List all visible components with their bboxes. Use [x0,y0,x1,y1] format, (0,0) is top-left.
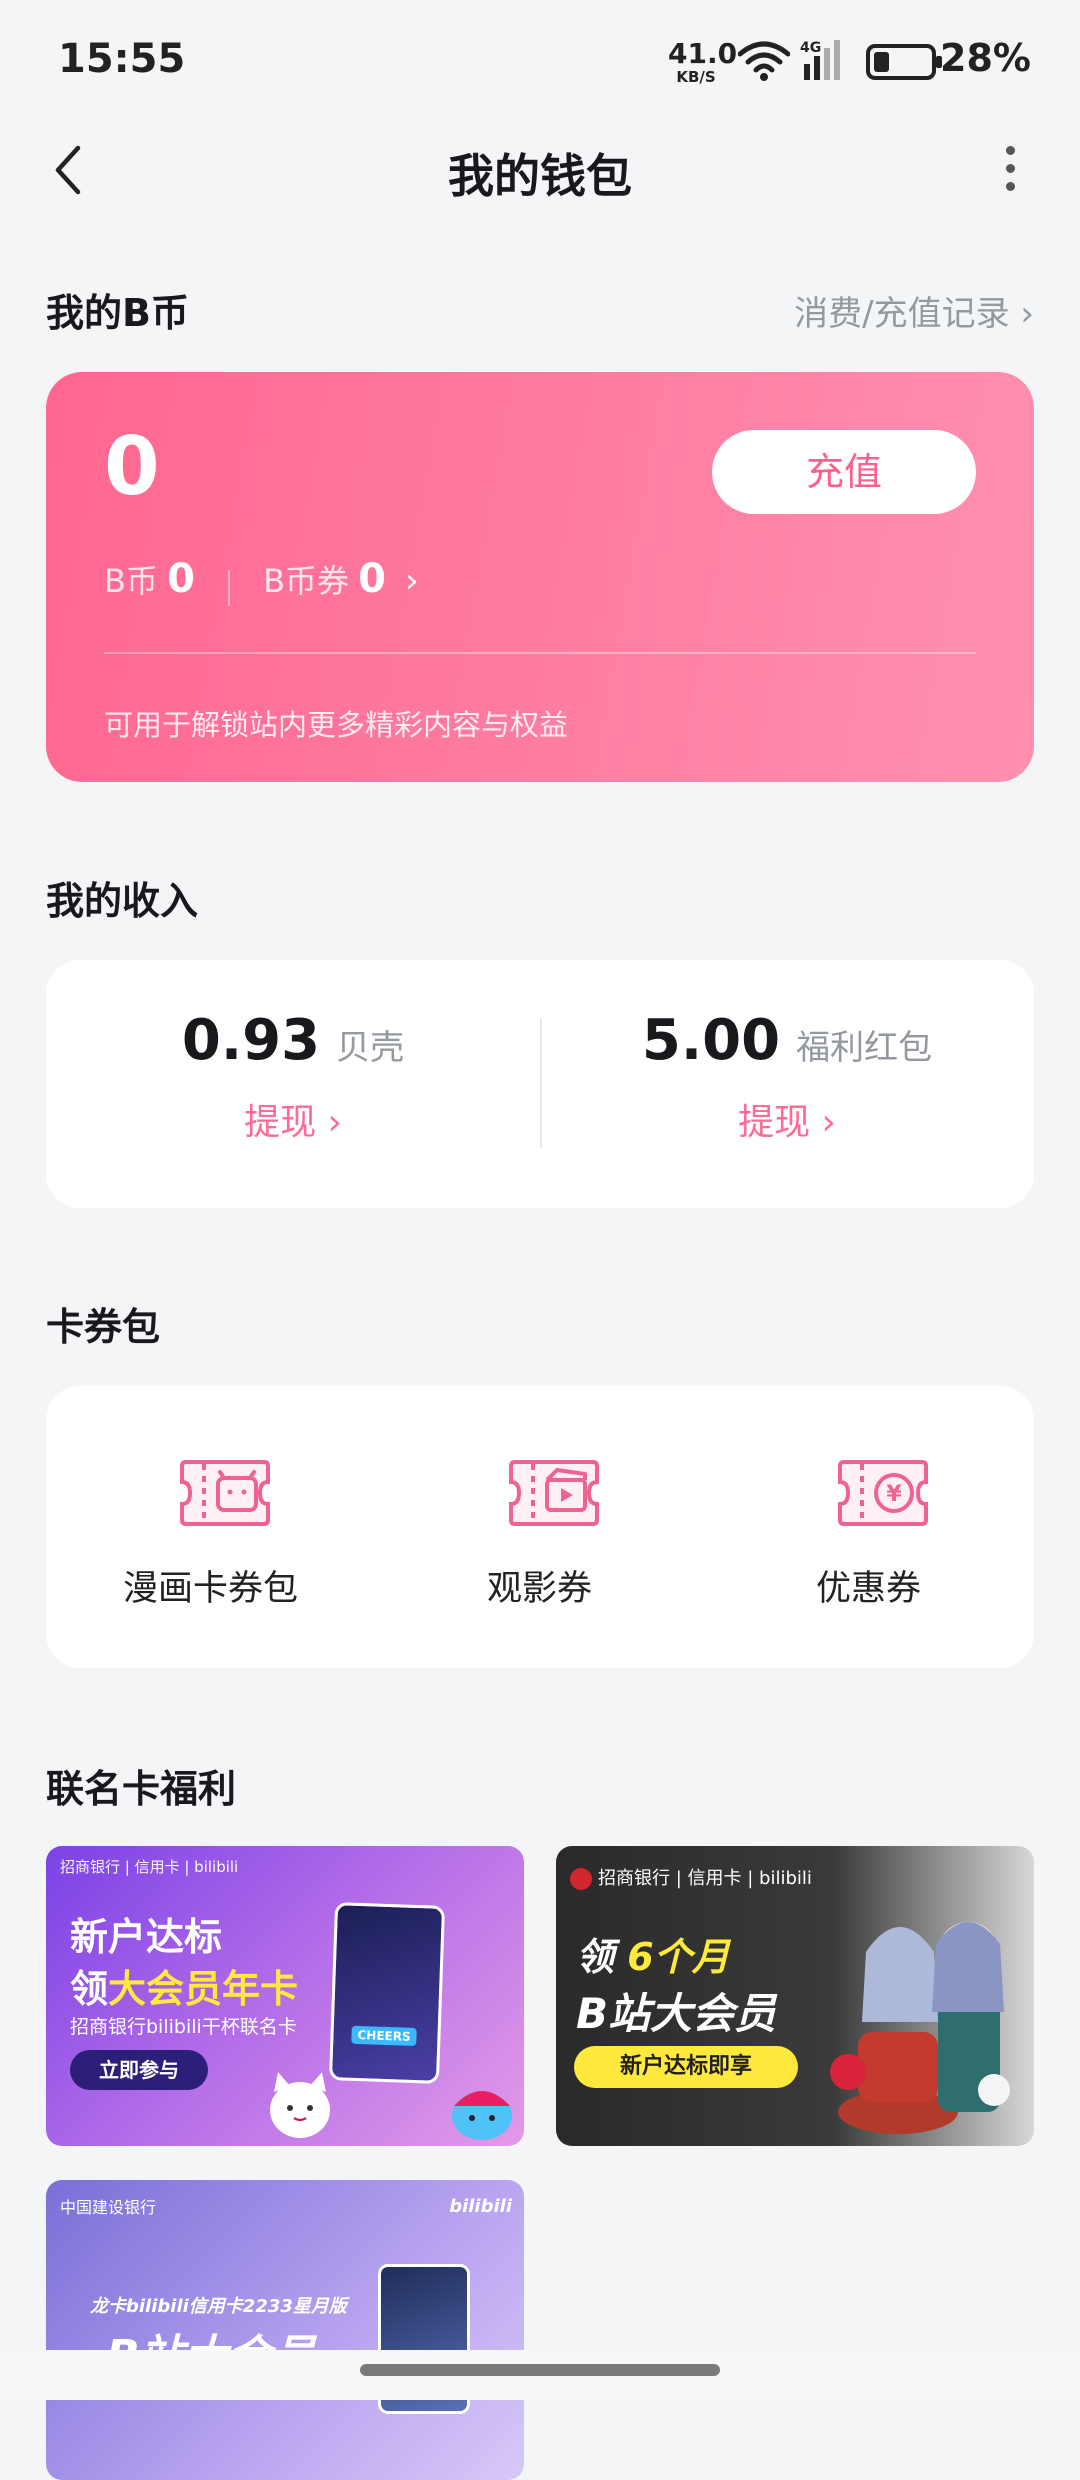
cobrand-banner-cmb-cheers[interactable]: 招商银行 | 信用卡 | bilibili 新户达标 领大会员年卡 招商银行bi… [46,1846,524,2146]
bank-logo: 中国建设银行 [60,2198,157,2217]
withdraw-button[interactable]: 提现 › [540,1093,1034,1145]
cellular-signal-icon: 4G [800,40,840,80]
chevron-right-icon: › [1020,294,1034,334]
svg-text:4G: 4G [800,40,821,56]
bcoin-value: 0 [167,556,195,602]
banner-headline: 领 6个月 [576,1935,730,1979]
chevron-right-icon: › [405,561,419,601]
income-unit: 福利红包 [796,1028,933,1068]
banner-headline: 新户达标 [70,1915,223,1959]
cobrand-banner-cmb-vip[interactable]: 招商银行 | 信用卡 | bilibili 领 6个月 B站大会员 新户达标即享 [556,1846,1034,2146]
chevron-right-icon: › [316,1102,342,1143]
income-unit: 贝壳 [336,1028,405,1068]
cobrand-section-title: 联名卡福利 [46,1767,237,1811]
movie-ticket-icon [509,1460,599,1526]
divider [104,652,976,654]
join-button[interactable]: 立即参与 [70,2050,208,2090]
page-title: 我的钱包 [448,149,632,203]
voucher-label: 优惠券 [815,1569,921,1609]
discount-ticket-icon: ¥ [838,1460,928,1526]
income-shells: 0.93 贝壳 提现 › [46,960,540,1208]
cobrand-banner-ccb[interactable]: 中国建设银行 bilibili 龙卡bilibili信用卡2233星月版 B站大… [46,2180,524,2480]
bank-logo: 招商银行 | 信用卡 | bilibili [570,1864,812,1890]
banner-headline-2: 领大会员年卡 [70,1967,299,2011]
voucher-label: 观影券 [486,1569,592,1609]
recharge-button[interactable]: 充值 [712,430,976,514]
svg-text:¥: ¥ [886,1482,902,1507]
bcoin-breakdown: B币 0 B币券 0 › [104,556,419,616]
vouchers-card: 漫画卡券包 观影券 ¥ 优惠券 [46,1386,1034,1668]
character-illustration [830,1922,1010,2134]
banner-subtitle: 龙卡bilibili信用卡2233星月版 [90,2296,347,2317]
voucher-label: 漫画卡券包 [122,1569,298,1609]
banner-subtitle: 招商银行bilibili干杯联名卡 [70,2016,297,2038]
coupon-value: 0 [358,556,386,602]
bilibili-logo: bilibili [449,2196,512,2217]
comic-ticket-icon [180,1460,270,1526]
nav-bar: 我的钱包 [0,120,1080,220]
bcoin-description: 可用于解锁站内更多精彩内容与权益 [104,708,569,742]
income-red-packet: 5.00 福利红包 提现 › [540,960,1034,1208]
more-options-icon[interactable] [990,140,1030,200]
coupon-label: B币券 [263,562,350,600]
banner-headline-2: B站大会员 [576,1989,777,2038]
income-card: 0.93 贝壳 提现 › 5.00 福利红包 提现 › [46,960,1034,1208]
battery-percentage: 28% [940,36,1031,80]
bcoin-label: B币 [104,562,158,600]
income-section-title: 我的收入 [46,879,199,923]
vouchers-section-title: 卡券包 [46,1305,161,1349]
card-label: CHEERS [351,2025,417,2047]
status-bar: 15:55 41.0 KB/S 4G 28% [0,0,1080,120]
network-speed: 41.0 KB/S [668,37,738,86]
bcoin-card: 0 充值 B币 0 B币券 0 › 可用于解锁站内更多精彩内容与权益 [46,372,1034,782]
bcoin-total: 0 [104,420,160,513]
battery-icon [866,44,942,80]
status-time: 15:55 [58,36,186,82]
wifi-icon [738,41,790,81]
withdraw-button[interactable]: 提现 › [46,1093,540,1145]
battery-level [874,52,889,72]
bcoin-coupon-link[interactable]: B币券 0 › [263,556,419,602]
home-indicator[interactable] [360,2364,720,2376]
divider [228,569,230,606]
bank-logo: 招商银行 | 信用卡 | bilibili [60,1858,239,1876]
mascot-illustration [452,2091,512,2140]
voucher-discount[interactable]: ¥ 优惠券 [704,1386,1033,1668]
voucher-comic[interactable]: 漫画卡券包 [46,1386,375,1668]
income-value: 0.93 [181,1008,321,1073]
banner-tag: 新户达标即享 [574,2046,798,2088]
bcoin-section-title: 我的B币 [46,291,189,335]
credit-card-image: CHEERS [328,1902,446,2084]
income-value: 5.00 [641,1008,781,1073]
mascot-illustration [270,2072,330,2138]
chevron-right-icon: › [810,1102,836,1143]
voucher-movie[interactable]: 观影券 [375,1386,704,1668]
records-link[interactable]: 消费/充值记录 › [794,286,1034,335]
cmb-logo-icon [570,1868,592,1890]
